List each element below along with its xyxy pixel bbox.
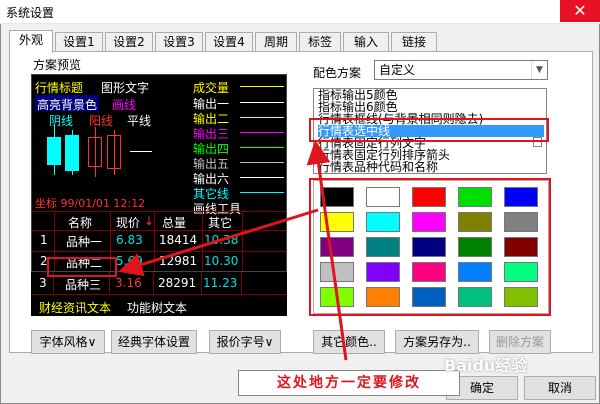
annotation-text: 这处地方一定要修改 [238, 370, 460, 396]
indicator-line [240, 177, 284, 178]
watermark-logo: Baidu经验 [444, 356, 528, 375]
preview-yang-line: 阳线 [89, 114, 114, 128]
indicator-line [240, 86, 284, 87]
preview-label: 方案预览 [33, 58, 82, 72]
grid-line [201, 272, 202, 294]
preview-title-text: 行情标题 [35, 81, 84, 95]
preview-function-tree-text: 功能树文本 [127, 301, 188, 315]
scheme-select[interactable]: 自定义 ▼ [374, 60, 548, 80]
save-scheme-as-button[interactable]: 方案另存为.. [395, 330, 479, 354]
grid-line [32, 251, 286, 252]
indicator-line [240, 192, 284, 193]
quote-font-size-button[interactable]: 报价字号∨ [209, 330, 281, 354]
preview-flat-line: 平线 [127, 114, 152, 128]
indicator-line [240, 117, 284, 118]
scheme-preview: 行情标题 图形文字 高亮背景色 画线 阴线 阳线 平线 成交量 输出一 输出二 … [31, 74, 287, 272]
preview-lower: 3 品种三 3.16 28291 11.23 财经资讯文本 功能树文本 [31, 272, 287, 316]
grid-line [202, 211, 203, 271]
yang-candle-2 [107, 135, 121, 169]
grid-line [32, 211, 286, 212]
close-icon: ✕ [573, 1, 587, 20]
delete-scheme-button[interactable]: 删除方案 [489, 330, 551, 354]
window-title: 系统设置 [6, 6, 55, 20]
col-header-name: 名称 [68, 216, 93, 230]
preview-yin-line: 阴线 [49, 114, 74, 128]
col-header-volume: 总量 [162, 216, 187, 230]
scheme-select-value: 自定义 [379, 63, 416, 77]
title-bar: 系统设置 ✕ [0, 0, 600, 24]
yin-candle-1 [47, 137, 61, 165]
other-colors-button[interactable]: 其它颜色.. [313, 330, 385, 354]
scheme-label: 配色方案 [313, 66, 362, 80]
classic-font-button[interactable]: 经典字体设置 [111, 330, 197, 354]
preview-graphic-text: 图形文字 [101, 81, 150, 95]
preview-hilite-bg: 高亮背景色 [35, 95, 99, 112]
col-header-other: 其它 [208, 216, 233, 230]
indicator-line [240, 162, 284, 163]
indicator-line [240, 132, 284, 133]
indicator-line [240, 147, 284, 148]
preview-draw-line: 画线 [112, 98, 137, 112]
font-style-button[interactable]: 字体风格∨ [31, 330, 105, 354]
grid-line [242, 211, 243, 271]
list-item[interactable]: 行情表品种代码和名称 [318, 161, 438, 173]
col-header-price: 现价 [116, 216, 141, 230]
indicator-line [240, 102, 284, 103]
tab-setting1[interactable]: 设置1 [55, 32, 103, 52]
yin-candle-2 [65, 135, 79, 171]
cancel-button[interactable]: 取消 [524, 376, 596, 400]
flat-line-mark [130, 151, 152, 152]
tab-period[interactable]: 周期 [255, 32, 297, 52]
tab-setting4[interactable]: 设置4 [205, 32, 253, 52]
preview-coordinate: 坐标 99/01/01 12:12 [35, 197, 146, 210]
tab-setting3[interactable]: 设置3 [155, 32, 203, 52]
yang-candle-1 [88, 137, 102, 167]
tab-labels[interactable]: 标签 [299, 32, 341, 52]
grid-line [241, 272, 242, 294]
chevron-down-icon: ▼ [531, 61, 547, 79]
annotation-highlight-row [47, 257, 117, 277]
annotation-highlight-palette [309, 178, 551, 316]
tab-setting2[interactable]: 设置2 [105, 32, 153, 52]
indicator-label: 成交量 [193, 81, 230, 95]
annotation-highlight-item [309, 118, 549, 142]
preview-news-text: 财经资讯文本 [39, 301, 112, 315]
grid-line [31, 294, 287, 295]
tab-links[interactable]: 链接 [391, 32, 437, 52]
tab-appearance[interactable]: 外观 [9, 30, 53, 53]
grid-line [154, 211, 155, 271]
grid-line [153, 272, 154, 294]
tab-input[interactable]: 输入 [343, 32, 389, 52]
sort-arrow-icon: ↓ [144, 214, 155, 228]
close-button[interactable]: ✕ [560, 0, 600, 22]
